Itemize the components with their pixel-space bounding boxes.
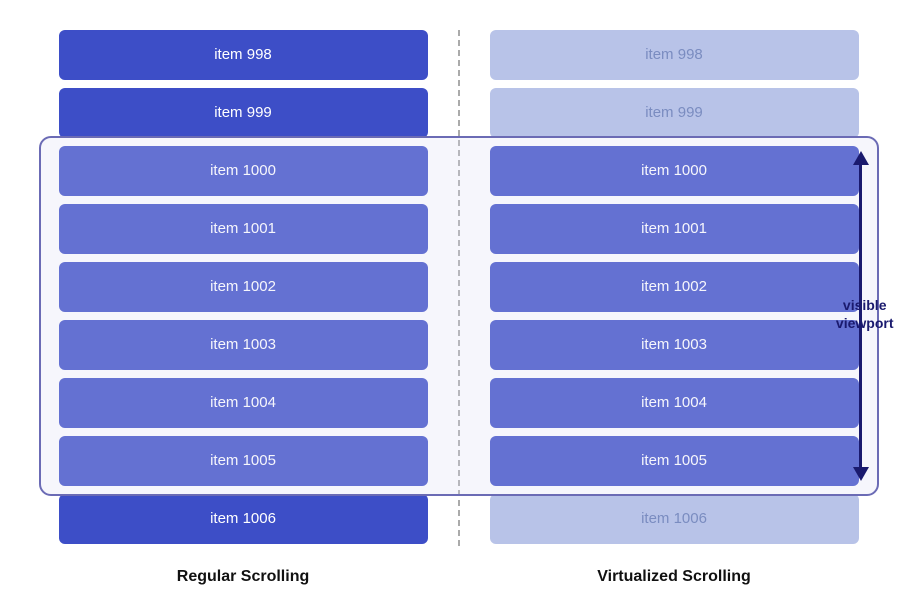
item-1003-left: item 1003 [59, 320, 428, 370]
viewport-label: visibleviewport [836, 296, 894, 332]
item-1006-left: item 1006 [59, 494, 428, 544]
item-1006-right: item 1006 [490, 494, 859, 544]
item-1000-right: item 1000 [490, 146, 859, 196]
item-1004-right: item 1004 [490, 378, 859, 428]
item-998-right: item 998 [490, 30, 859, 80]
arrow-down-icon [853, 467, 869, 481]
item-1001-left: item 1001 [59, 204, 428, 254]
columns-wrapper: item 998 item 999 item 1000 item 1001 item 1… [29, 20, 889, 556]
item-1001-right: item 1001 [490, 204, 859, 254]
item-1005-right: item 1005 [490, 436, 859, 486]
item-1002-left: item 1002 [59, 262, 428, 312]
column-labels: Regular Scrolling Virtualized Scrolling [29, 564, 889, 590]
item-1005-left: item 1005 [59, 436, 428, 486]
left-column-label: Regular Scrolling [29, 564, 458, 590]
right-column: item 998 item 999 item 1000 item 1001 item 1… [460, 20, 889, 556]
right-column-label: Virtualized Scrolling [460, 564, 889, 590]
item-1000-left: item 1000 [59, 146, 428, 196]
item-1002-right: item 1002 [490, 262, 859, 312]
arrow-up-icon [853, 151, 869, 165]
item-999-right: item 999 [490, 88, 859, 138]
left-column: item 998 item 999 item 1000 item 1001 item 1… [29, 20, 458, 556]
diagram-container: item 998 item 999 item 1000 item 1001 item 1… [29, 20, 889, 590]
item-998-left: item 998 [59, 30, 428, 80]
item-999-left: item 999 [59, 88, 428, 138]
item-1003-right: item 1003 [490, 320, 859, 370]
item-1004-left: item 1004 [59, 378, 428, 428]
